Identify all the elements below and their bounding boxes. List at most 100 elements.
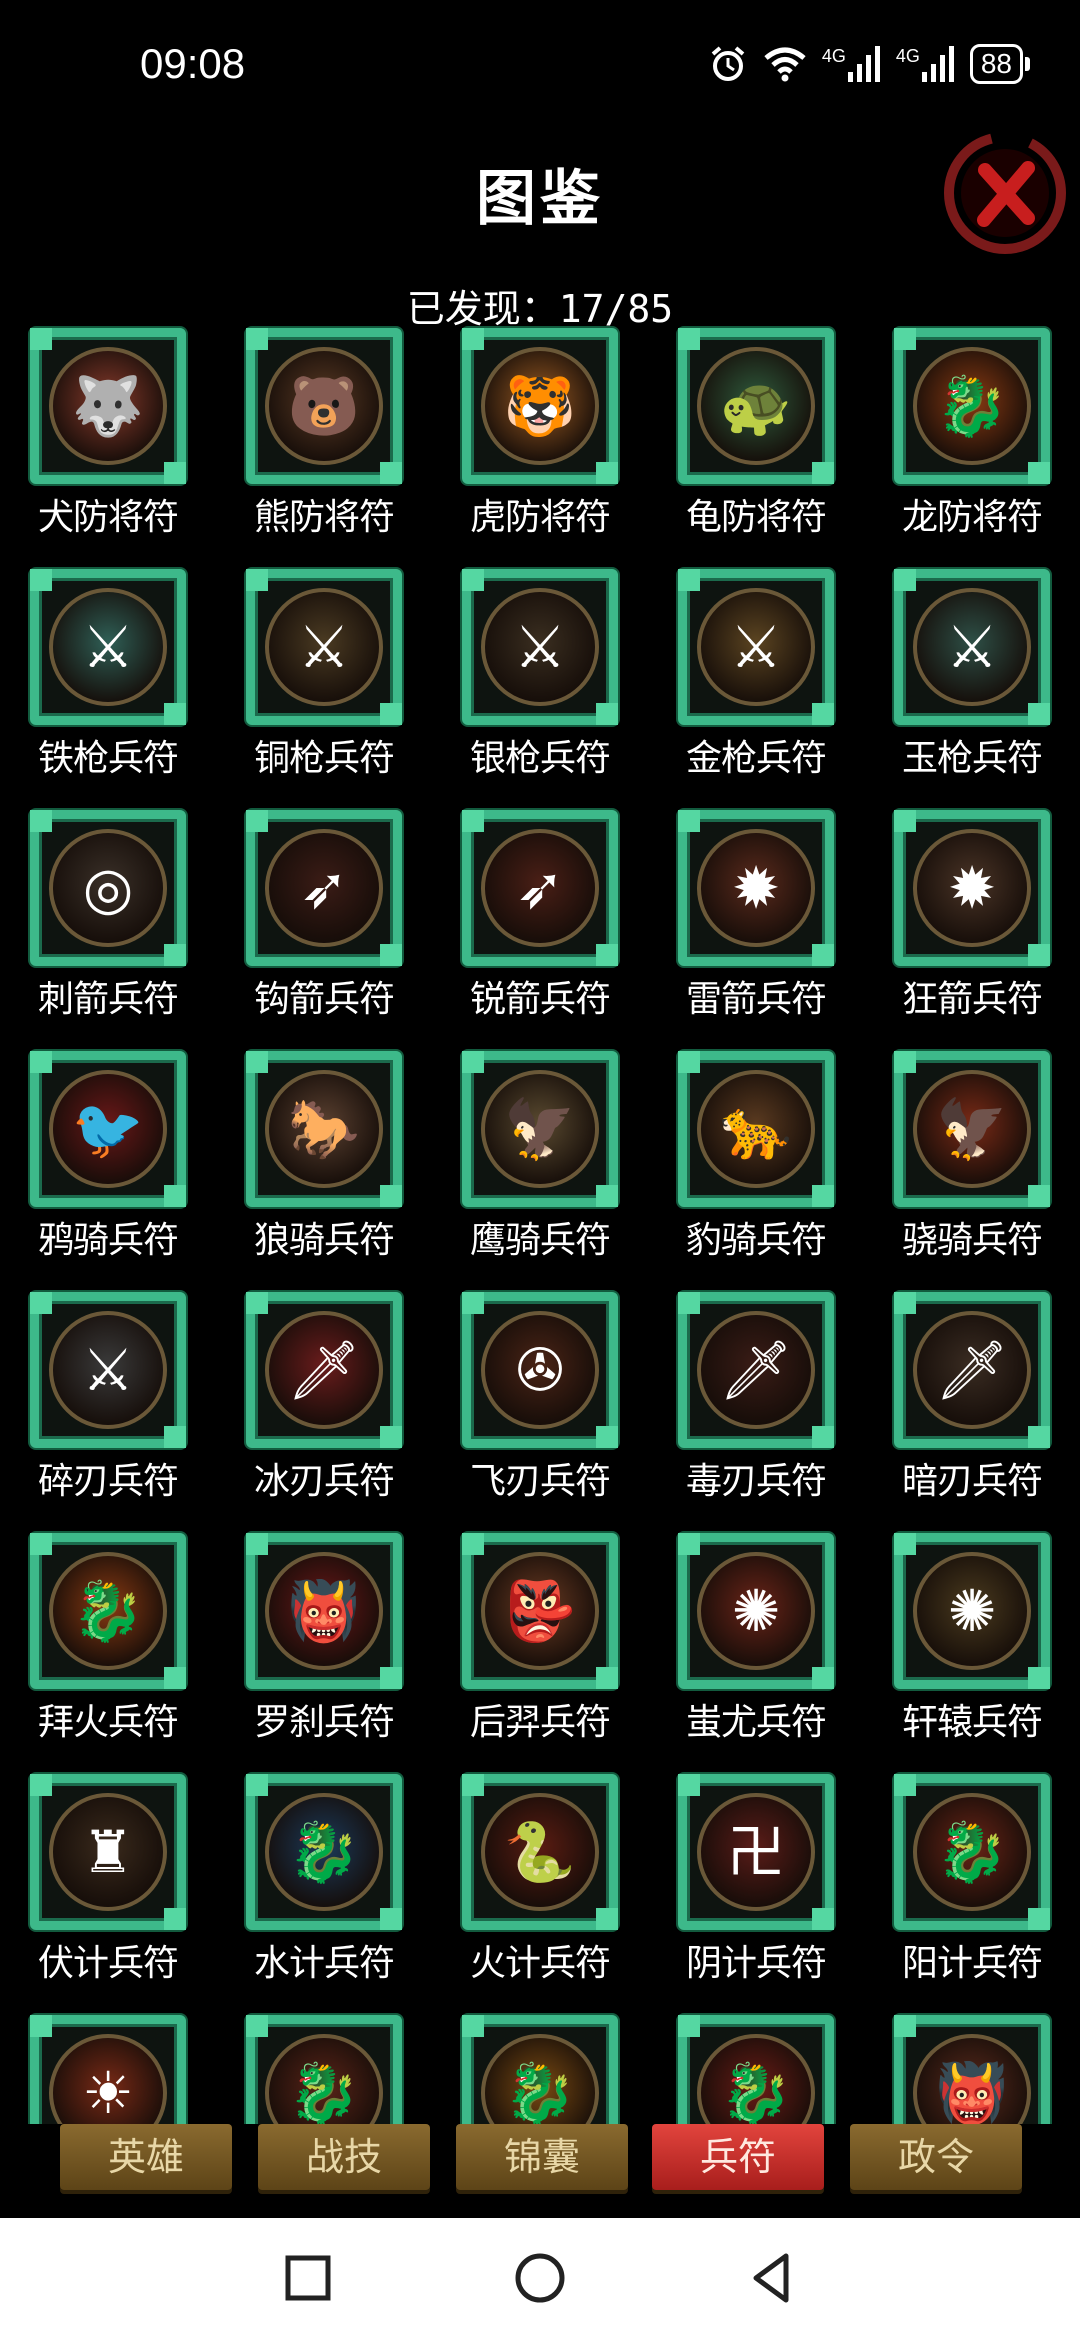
collection-card[interactable]: 🐉 龙防将符 [864,324,1060,538]
home-button[interactable] [510,2248,570,2308]
card-frame: 👹 [894,2015,1050,2124]
card-label: 后羿兵符 [469,1702,611,1743]
tab-3[interactable]: 兵符 [652,2124,824,2190]
card-label: 龙防将符 [901,497,1043,538]
collection-card[interactable]: 🐢 龟防将符 [648,324,844,538]
collection-card[interactable]: 🐎 狼骑兵符 [216,1047,412,1261]
collection-card[interactable]: ⚔ 金枪兵符 [648,565,844,779]
collection-card[interactable]: ✹ 狂箭兵符 [864,806,1060,1020]
card-frame: ⚔ [246,569,402,725]
tab-2[interactable]: 锦囊 [456,2124,628,2190]
collection-card[interactable]: 🐉 拜火兵符 [0,1529,196,1743]
tab-0[interactable]: 英雄 [60,2124,232,2190]
beast-emblem-icon: 👹 [913,2034,1031,2124]
card-frame: 卍 [678,1774,834,1930]
collection-card[interactable]: 👹 [864,2011,1060,2124]
card-frame: 🗡 [246,1292,402,1448]
collection-card[interactable]: ✺ 蚩尤兵符 [648,1529,844,1743]
category-tabs: 英雄 战技 锦囊 兵符 政令 [0,2124,1080,2214]
tiger-emblem-icon: 🐯 [481,347,599,465]
collection-card[interactable]: 🐦 鸦骑兵符 [0,1047,196,1261]
card-label: 阳计兵符 [901,1943,1043,1984]
collection-card[interactable]: ➶ 锐箭兵符 [432,806,628,1020]
signal-bars-icon [847,46,880,82]
card-label: 银枪兵符 [469,738,611,779]
gold-spear-emblem-icon: ⚔ [697,588,815,706]
card-label: 碎刃兵符 [37,1461,179,1502]
card-frame: ✹ [678,810,834,966]
card-frame: ✹ [894,810,1050,966]
card-frame: 🐉 [30,1533,186,1689]
collection-card[interactable]: 🦅 骁骑兵符 [864,1047,1060,1261]
battery-tip [1025,57,1030,71]
card-label: 龟防将符 [685,497,827,538]
collection-card[interactable]: 🐻 熊防将符 [216,324,412,538]
card-label: 豹骑兵符 [685,1220,827,1261]
collection-card[interactable]: 🐉 [432,2011,628,2124]
collection-card[interactable]: 🐉 [216,2011,412,2124]
card-frame: 🐯 [462,328,618,484]
card-frame: ♜ [30,1774,186,1930]
card-frame: 🐦 [30,1051,186,1207]
status-bar: 09:08 4G 4G 88 [0,0,1080,140]
collection-card[interactable]: 🐯 虎防将符 [432,324,628,538]
card-frame: ◎ [30,810,186,966]
collection-card[interactable]: 👹 罗刹兵符 [216,1529,412,1743]
collection-card[interactable]: 🦅 鹰骑兵符 [432,1047,628,1261]
flying-blade-emblem-icon: ✇ [481,1311,599,1429]
status-time: 09:08 [140,40,246,87]
collection-card[interactable]: 🐍 火计兵符 [432,1770,628,1984]
page-title: 图鉴 [476,164,604,234]
fire-dragon-emblem-icon: 🐉 [49,1552,167,1670]
collection-card[interactable]: 🐆 豹骑兵符 [648,1047,844,1261]
collection-card[interactable]: ♜ 伏计兵符 [0,1770,196,1984]
collection-card[interactable]: ◎ 刺箭兵符 [0,806,196,1020]
collection-card[interactable]: 🗡 暗刃兵符 [864,1288,1060,1502]
collection-card[interactable]: 卍阴计兵符 [648,1770,844,1984]
collection-card[interactable]: ⚔ 铁枪兵符 [0,565,196,779]
back-button[interactable] [742,2248,802,2308]
card-label: 水计兵符 [253,1943,395,1984]
card-frame: 🐻 [246,328,402,484]
ambush-emblem-icon: ♜ [49,1793,167,1911]
card-frame: ⚔ [894,569,1050,725]
collection-card[interactable]: 🐉 [648,2011,844,2124]
tab-1[interactable]: 战技 [258,2124,430,2190]
collection-card[interactable]: 👺 后羿兵符 [432,1529,628,1743]
system-nav-bar [0,2218,1080,2340]
hook-arrow-emblem-icon: ➶ [265,829,383,947]
collection-card[interactable]: ⚔ 玉枪兵符 [864,565,1060,779]
collection-card[interactable]: ✺ 轩辕兵符 [864,1529,1060,1743]
card-label: 金枪兵符 [685,738,827,779]
collection-card[interactable]: ⚔ 铜枪兵符 [216,565,412,779]
dragon-emblem-icon: 🐉 [913,347,1031,465]
yin-emblem-icon: 卍 [697,1793,815,1911]
card-frame: 🦅 [462,1051,618,1207]
collection-card[interactable]: 🐉 水计兵符 [216,1770,412,1984]
card-label: 鹰骑兵符 [469,1220,611,1261]
close-button[interactable] [940,128,1070,258]
card-frame: 🐢 [678,328,834,484]
card-label: 熊防将符 [253,497,395,538]
card-frame: ⚔ [30,569,186,725]
recent-apps-button[interactable] [278,2248,338,2308]
card-label: 骁骑兵符 [901,1220,1043,1261]
card-label: 钩箭兵符 [253,979,395,1020]
card-frame: 🐎 [246,1051,402,1207]
collection-card[interactable]: ✹ 雷箭兵符 [648,806,844,1020]
copper-spear-emblem-icon: ⚔ [265,588,383,706]
collection-card[interactable]: 🗡 冰刃兵符 [216,1288,412,1502]
collection-card[interactable]: 🐉 阳计兵符 [864,1770,1060,1984]
houyi-emblem-icon: 👺 [481,1552,599,1670]
collection-card[interactable]: ➶ 钩箭兵符 [216,806,412,1020]
card-frame: ☀ [30,2015,186,2124]
collection-card[interactable]: ☀ [0,2011,196,2124]
collection-card[interactable]: 🐺 犬防将符 [0,324,196,538]
collection-card[interactable]: 🗡 毒刃兵符 [648,1288,844,1502]
collection-card[interactable]: ⚔ 银枪兵符 [432,565,628,779]
thunder-arrow-emblem-icon: ✹ [697,829,815,947]
tab-4[interactable]: 政令 [850,2124,1022,2190]
collection-card[interactable]: ✇ 飞刃兵符 [432,1288,628,1502]
collection-card[interactable]: ⚔ 碎刃兵符 [0,1288,196,1502]
brave-rider-emblem-icon: 🦅 [913,1070,1031,1188]
